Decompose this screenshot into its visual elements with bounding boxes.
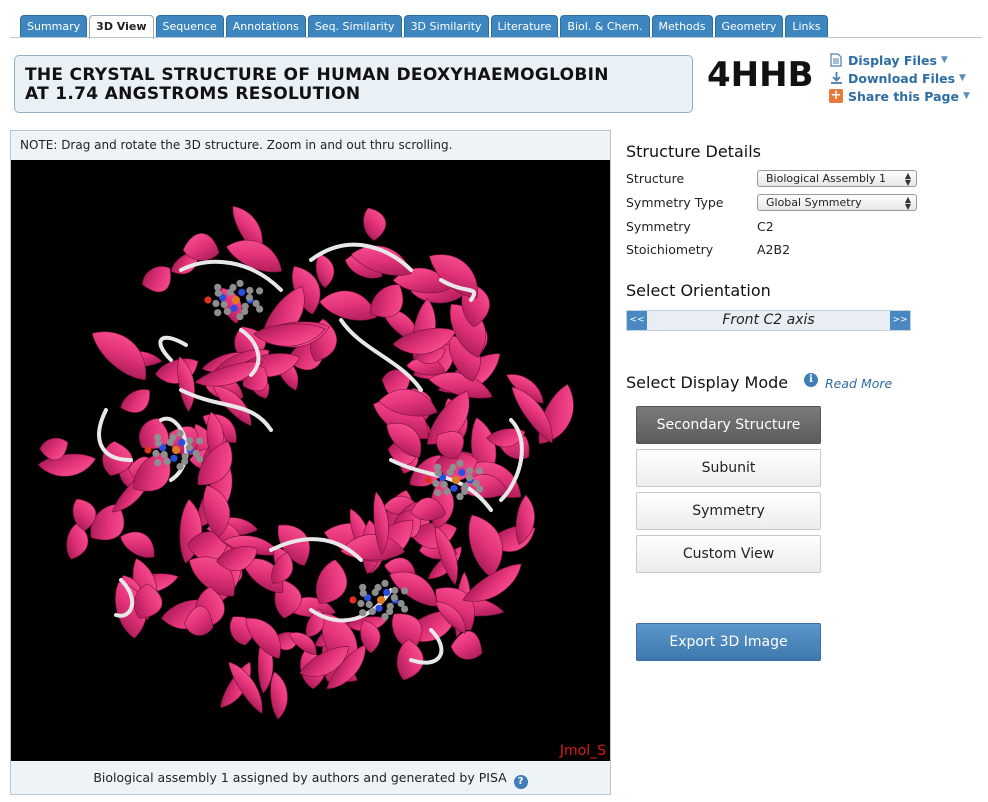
custom-view-button[interactable]: Custom View: [636, 535, 821, 573]
viewer-panel: NOTE: Drag and rotate the 3D structure. …: [10, 130, 611, 795]
tab-annotations[interactable]: Annotations: [225, 15, 306, 38]
helix-ribbon: [270, 671, 288, 720]
file-links: Display Files ▼ Download Files ▼ + Share…: [828, 51, 970, 105]
tab-bar: Summary 3D View Sequence Annotations Seq…: [20, 15, 828, 39]
info-icon[interactable]: i: [804, 373, 818, 387]
tab-links[interactable]: Links: [785, 15, 828, 38]
select-arrows-icon: ▲ ▼: [904, 171, 911, 187]
viewer-caption: Biological assembly 1 assigned by author…: [11, 761, 610, 794]
tab-geometry[interactable]: Geometry: [714, 15, 784, 38]
download-files-label: Download Files: [848, 70, 956, 86]
select-orientation-heading: Select Orientation: [626, 281, 771, 300]
helix-ribbon: [120, 531, 155, 558]
download-files-link[interactable]: Download Files ▼: [828, 69, 970, 87]
tab-literature[interactable]: Literature: [490, 15, 559, 38]
page-title-line-2: AT 1.74 ANGSTROMS RESOLUTION: [25, 84, 361, 104]
structure-details-heading: Structure Details: [626, 142, 761, 161]
select-display-mode-heading: Select Display Mode: [626, 373, 789, 392]
symmetry-value: C2: [757, 219, 774, 234]
tab-3d-view[interactable]: 3D View: [89, 15, 154, 39]
share-page-label: Share this Page: [848, 88, 959, 104]
chevron-down-icon: ▼: [959, 73, 966, 83]
tab-divider: [10, 37, 982, 38]
select-arrows-icon: ▲ ▼: [904, 195, 911, 211]
pdb-id: 4HHB: [707, 55, 814, 95]
plus-icon: +: [829, 88, 843, 103]
stoichiometry-row: Stoichiometry A2B2: [626, 240, 926, 260]
document-icon: [828, 53, 844, 67]
orientation-selector: << Front C2 axis >>: [626, 310, 911, 331]
helix-ribbon: [363, 207, 386, 241]
tab-summary[interactable]: Summary: [20, 15, 88, 38]
chevron-down-icon: ▼: [962, 91, 970, 101]
read-more-link[interactable]: Read More: [825, 376, 892, 391]
tab-seq-similarity[interactable]: Seq. Similarity: [307, 15, 402, 38]
symmetry-type-select[interactable]: Global Symmetry ▲ ▼: [757, 194, 917, 211]
symmetry-type-select-value: Global Symmetry: [766, 196, 862, 209]
helix-ribbon: [142, 266, 171, 293]
page-title-line-1: THE CRYSTAL STRUCTURE OF HUMAN DEOXYHAEM…: [25, 65, 609, 85]
symmetry-button[interactable]: Symmetry: [636, 492, 821, 530]
tab-biol-chem[interactable]: Biol. & Chem.: [560, 15, 650, 38]
helix-ribbon: [515, 494, 535, 545]
help-icon[interactable]: ?: [513, 775, 528, 789]
orientation-current: Front C2 axis: [722, 312, 815, 328]
jmol-label: Jmol_S: [559, 743, 606, 759]
symmetry-label: Symmetry: [626, 219, 691, 234]
molecule-render: [37, 205, 574, 720]
viewer-note: NOTE: Drag and rotate the 3D structure. …: [20, 138, 453, 152]
stoichiometry-label: Stoichiometry: [626, 242, 714, 257]
structure-label: Structure: [626, 171, 685, 186]
symmetry-type-row: Symmetry Type Global Symmetry ▲ ▼: [626, 193, 926, 213]
chevron-down-icon: ▼: [940, 55, 948, 65]
symmetry-type-label: Symmetry Type: [626, 195, 724, 210]
tab-methods[interactable]: Methods: [651, 15, 713, 38]
tab-3d-similarity[interactable]: 3D Similarity: [403, 15, 489, 38]
helix-ribbon: [450, 630, 483, 660]
export-3d-image-button[interactable]: Export 3D Image: [636, 623, 821, 661]
stoichiometry-value: A2B2: [757, 242, 791, 257]
structure-row: Structure Biological Assembly 1 ▲ ▼: [626, 169, 926, 189]
download-icon: [828, 71, 844, 85]
orientation-next-button[interactable]: >>: [890, 311, 910, 330]
display-files-label: Display Files: [848, 52, 937, 68]
structure-select[interactable]: Biological Assembly 1 ▲ ▼: [757, 170, 917, 187]
secondary-structure-button[interactable]: Secondary Structure: [636, 406, 821, 444]
display-files-link[interactable]: Display Files ▼: [828, 51, 970, 69]
helix-ribbon: [120, 389, 150, 413]
structure-select-value: Biological Assembly 1: [766, 172, 887, 185]
symmetry-row: Symmetry C2: [626, 217, 926, 237]
viewer-caption-text: Biological assembly 1 assigned by author…: [93, 770, 507, 785]
share-page-link[interactable]: + Share this Page ▼: [828, 87, 970, 105]
tab-sequence[interactable]: Sequence: [155, 15, 224, 38]
jmol-3d-viewer[interactable]: Jmol_S: [11, 160, 610, 761]
subunit-button[interactable]: Subunit: [636, 449, 821, 487]
page-title: THE CRYSTAL STRUCTURE OF HUMAN DEOXYHAEM…: [14, 55, 693, 113]
